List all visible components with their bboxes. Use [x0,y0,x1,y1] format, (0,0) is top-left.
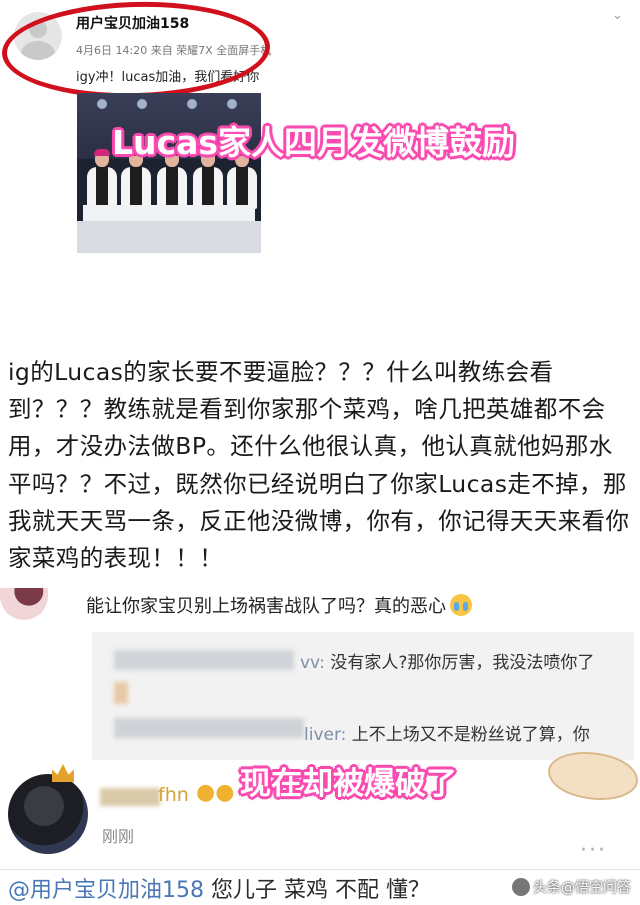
long-comment-text: ig的Lucas的家长要不要逼脸？？？什么叫教练会看到？？？教练就是看到你家那个… [8,358,630,573]
bottom-comment-text: 您儿子 菜鸡 不配 懂？ [204,878,430,903]
nested-replies: vv: 没有家人?那你厉害，我没法喷你了 liver: 上不上场又不是粉丝说了算… [92,632,634,760]
blurred-avatar [114,682,128,704]
watermark-text: 头条@悟空问答 [533,880,631,896]
watermark-logo-icon [512,878,530,896]
blurred-username [114,718,304,738]
emoji-icon: ●● [196,780,235,805]
blurred-username [114,650,294,670]
stage-floor [77,221,261,253]
blurred-username [100,788,160,806]
nested-reply-1[interactable]: vv: 没有家人?那你厉害，我没法喷你了 [300,648,594,673]
crown-icon [52,764,74,782]
stage-light [187,99,197,109]
commenter-name[interactable]: fhn [158,784,189,806]
divider [0,869,640,870]
mention-link[interactable]: @用户宝贝加油158 [8,878,204,903]
watermark: 头条@悟空问答 [512,877,631,897]
crying-emoji-icon [450,594,472,616]
more-icon[interactable]: ··· [580,838,607,863]
nested-reply-text: 没有家人?那你厉害，我没法喷你了 [324,653,595,673]
nested-reply-name[interactable]: liver: [304,725,346,745]
caption-top: Lucas家人四月发微博鼓励 [112,123,515,162]
reply-text-content: 能让你家宝贝别上场祸害战队了吗？真的恶心 [86,596,446,617]
nested-reply-2[interactable]: liver: 上不上场又不是粉丝说了算，你 [304,720,590,745]
reply-text: 能让你家宝贝别上场祸害战队了吗？真的恶心 [86,592,472,618]
bottom-comment-line: @用户宝贝加油158 您儿子 菜鸡 不配 懂？ [8,872,430,904]
stage-light [227,99,237,109]
reply-avatar[interactable] [0,588,48,620]
stage-light [97,99,107,109]
stage-light [137,99,147,109]
caption-bottom: 现在却被爆破了 [240,766,457,802]
comment-time: 刚刚 [102,827,135,846]
chevron-down-icon[interactable]: ⌄ [612,8,628,24]
nested-reply-text: 上不上场又不是粉丝说了算，你 [346,725,590,745]
commenter-avatar[interactable] [8,774,88,854]
nested-reply-name[interactable]: vv: [300,653,325,673]
